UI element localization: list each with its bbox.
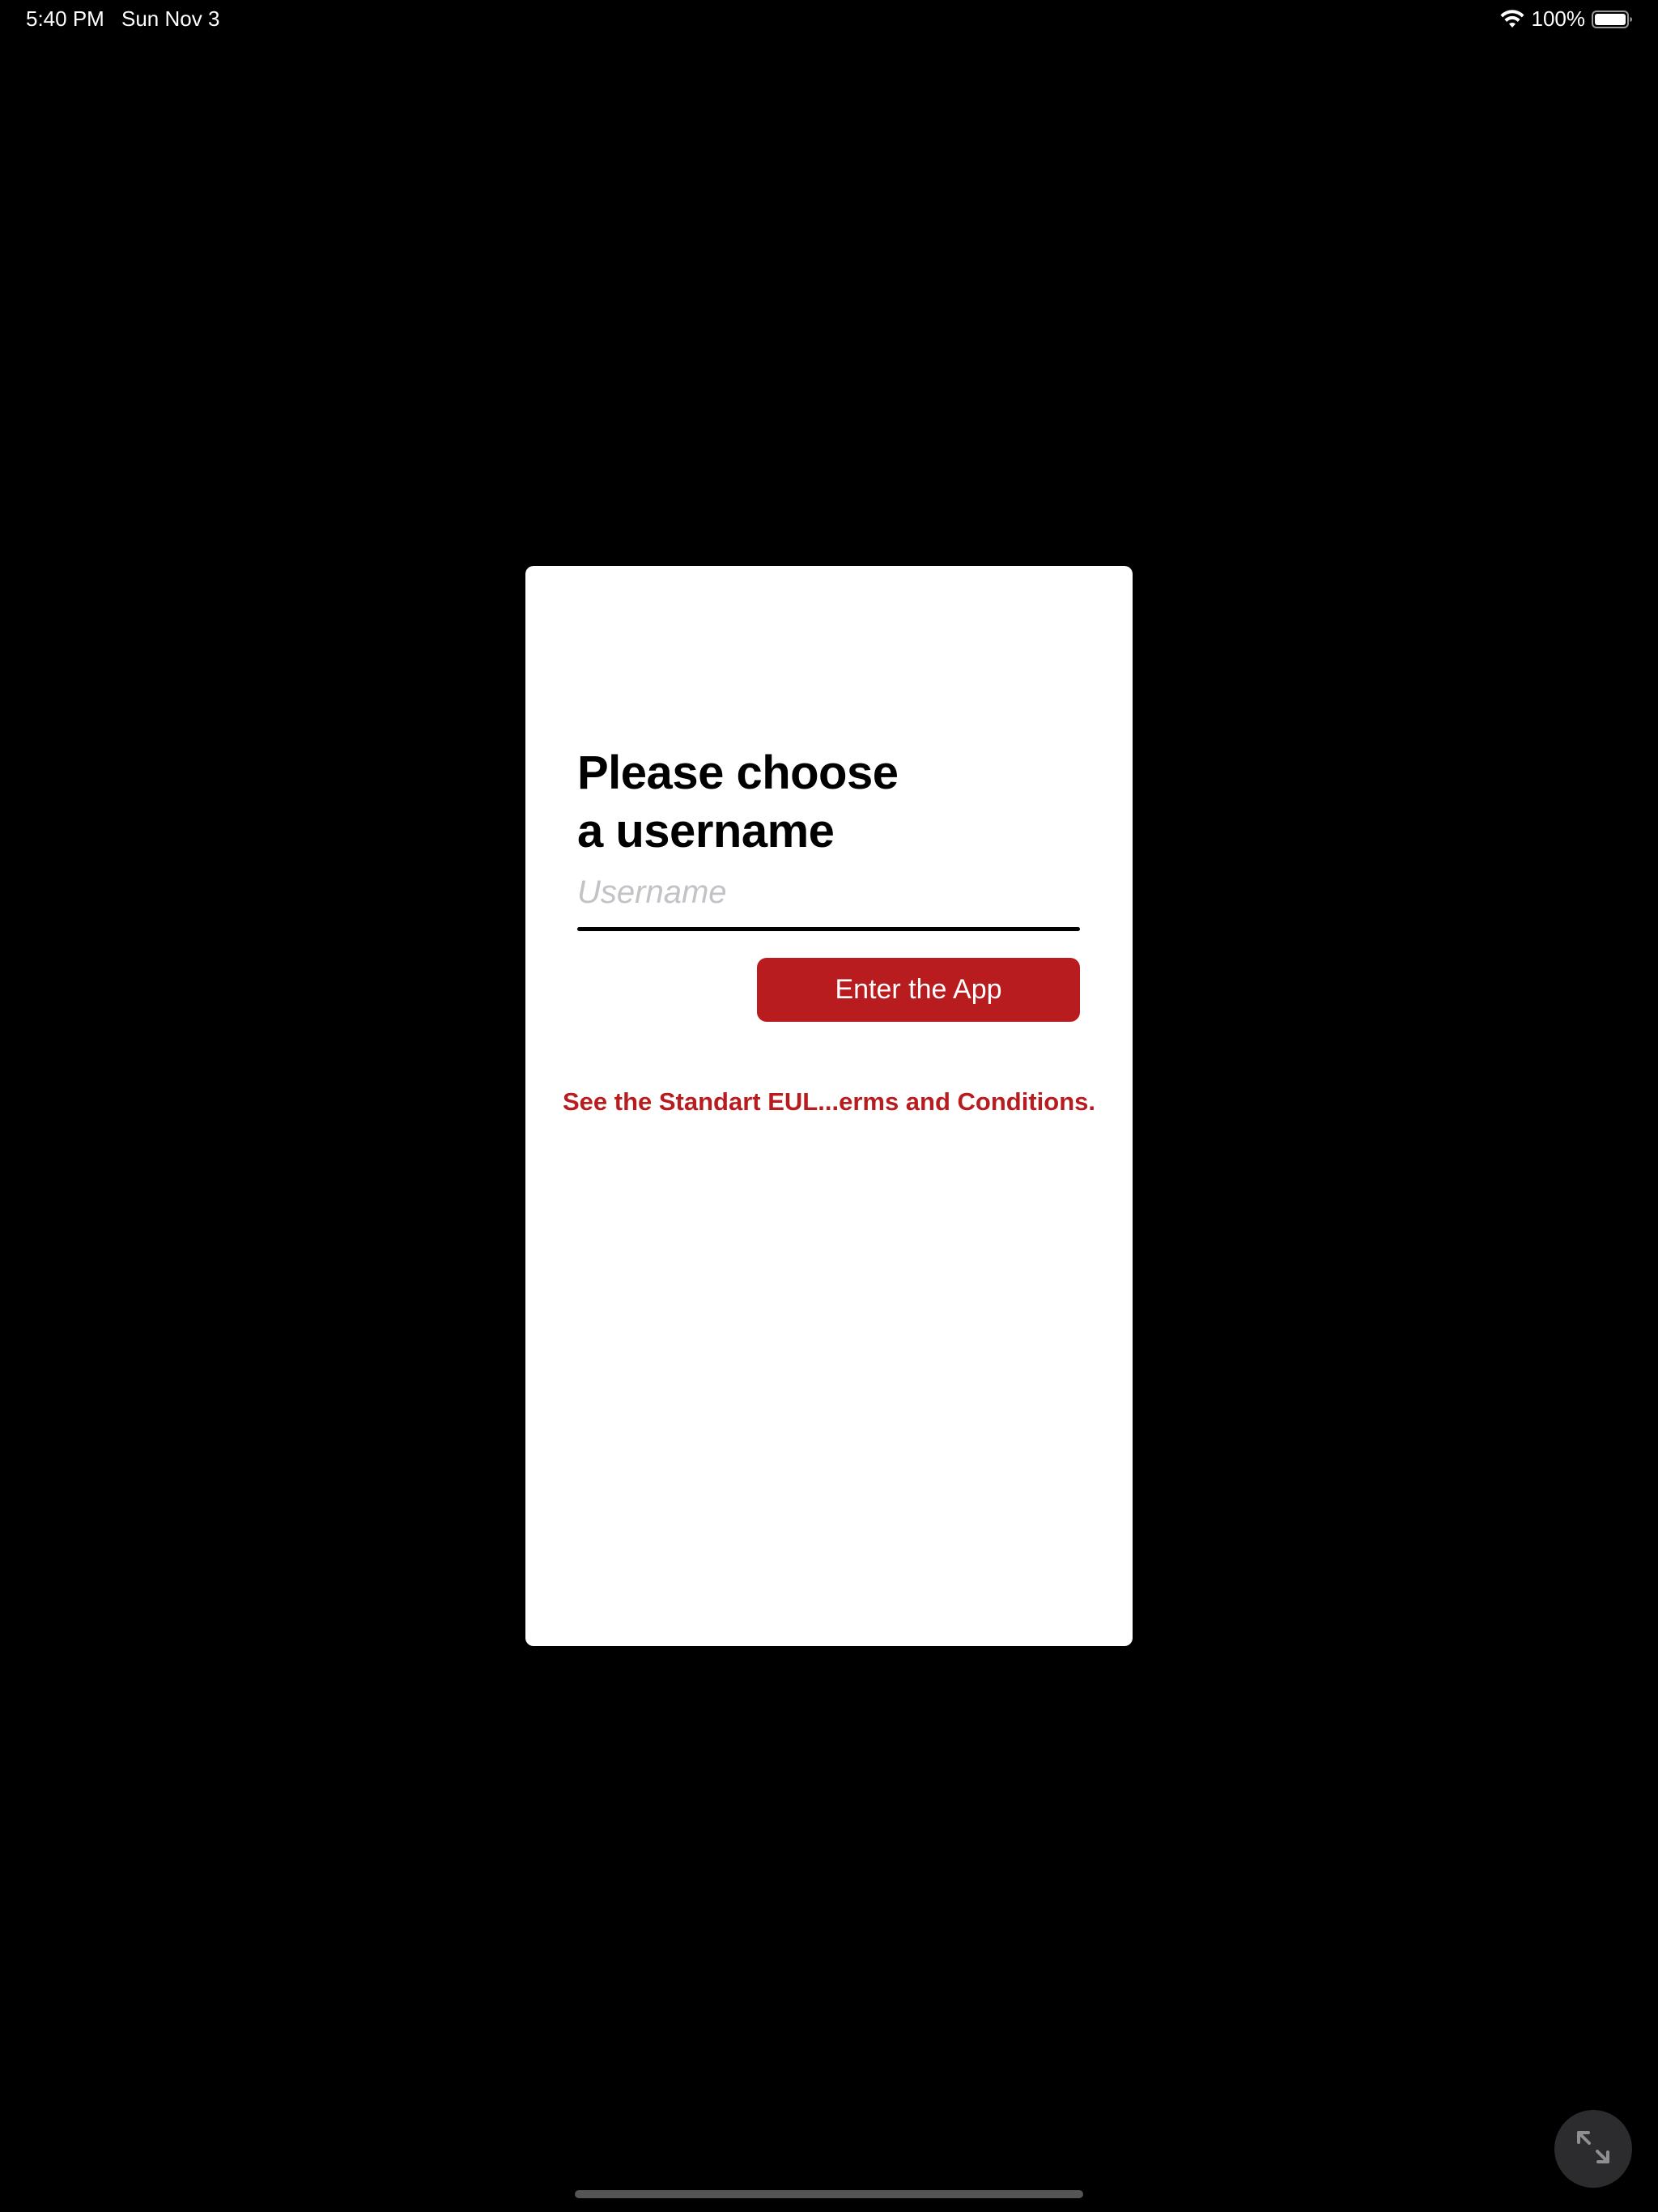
wifi-icon <box>1499 9 1525 29</box>
title-line-2: a username <box>577 805 835 857</box>
status-time: 5:40 PM <box>26 6 104 31</box>
expand-button[interactable] <box>1554 2110 1632 2188</box>
username-underline <box>577 927 1080 931</box>
page-title: Please choose a username <box>577 744 1031 861</box>
username-input[interactable] <box>577 864 1079 921</box>
status-indicators: 100% <box>1499 6 1635 32</box>
battery-icon <box>1592 10 1634 29</box>
expand-arrows-icon <box>1572 2126 1614 2172</box>
title-line-1: Please choose <box>577 747 899 799</box>
eula-link[interactable]: See the Standart EUL...erms and Conditio… <box>525 1087 1133 1117</box>
status-date: Sun Nov 3 <box>121 6 220 31</box>
enter-app-button[interactable]: Enter the App <box>757 958 1080 1022</box>
username-card: Please choose a username Enter the App S… <box>525 566 1133 1646</box>
battery-percent: 100% <box>1531 6 1586 31</box>
status-bar: 5:40 PM Sun Nov 3 100% <box>0 0 1658 39</box>
home-indicator[interactable] <box>575 2190 1083 2198</box>
